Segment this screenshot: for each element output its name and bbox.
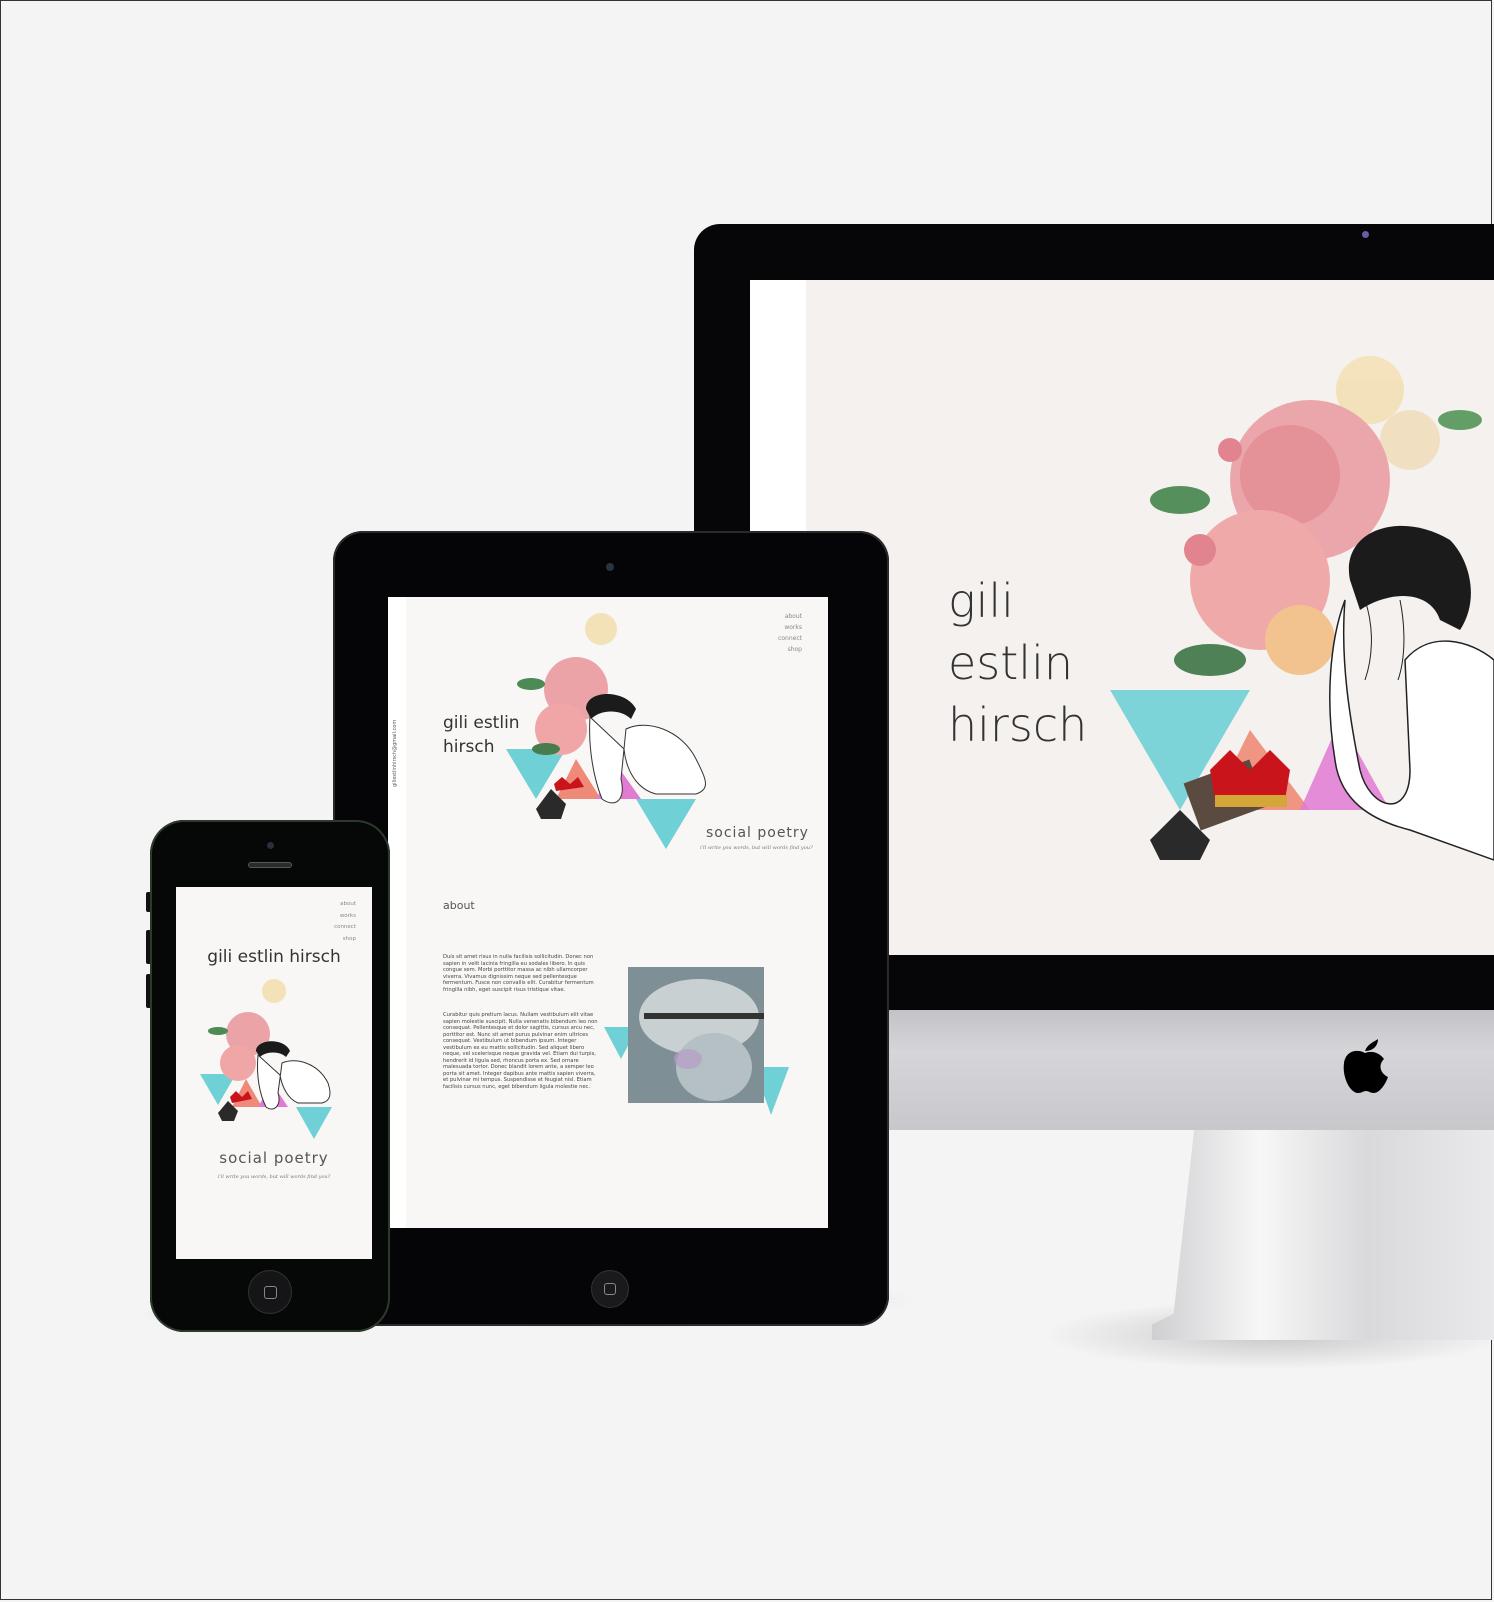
camera-dot-icon [1362, 231, 1369, 238]
ipad-tagline-main: social poetry [706, 825, 809, 841]
speaker-grille [248, 862, 292, 868]
ipad-portrait-photo [604, 967, 789, 1115]
ipad-about-paragraph-2: Curabitur quis pretium lacus. Nullam ves… [443, 1012, 598, 1090]
ipad-nav: about works connect shop [778, 611, 802, 655]
nav-link-works[interactable]: works [334, 911, 356, 923]
nav-link-connect[interactable]: connect [778, 633, 802, 644]
imac-title-line1: gili estlin [948, 574, 1074, 690]
nav-link-about[interactable]: about [334, 899, 356, 911]
camera-dot-icon [606, 563, 614, 571]
ipad-about-paragraph-1: Duis sit amet risus in nulla facilisis s… [443, 954, 594, 993]
ipad-side-email: giliestlinhirsch@gmail.com [392, 719, 398, 787]
home-button-icon[interactable] [248, 1270, 292, 1314]
apple-logo-icon [1343, 1039, 1388, 1093]
nav-link-works[interactable]: works [778, 622, 802, 633]
home-button-icon[interactable] [591, 1270, 629, 1308]
ipad-about-heading: about [443, 899, 475, 912]
imac-stand [1152, 1120, 1494, 1340]
camera-dot-icon [267, 842, 274, 849]
ipad-hero-illustration [506, 613, 706, 849]
ipad-screen: giliestlinhirsch@gmail.com about works c… [388, 597, 828, 1228]
imac-hero-illustration [1110, 356, 1494, 861]
ipad-title-line2: hirsch [443, 737, 495, 757]
nav-link-connect[interactable]: connect [334, 922, 356, 934]
nav-link-shop[interactable]: shop [334, 934, 356, 946]
iphone-tagline-sub: i'll write you words, but will words fin… [217, 1174, 331, 1180]
imac-site-title: gili estlin hirsch [948, 570, 1148, 756]
iphone-site-title: gili estlin hirsch [207, 947, 341, 967]
imac-title-line2: hirsch [948, 698, 1088, 752]
nav-link-shop[interactable]: shop [778, 644, 802, 655]
nav-link-about[interactable]: about [778, 611, 802, 622]
iphone-nav: about works connect shop [334, 899, 356, 945]
iphone-screen: about works connect shop gili estlin hir… [176, 887, 372, 1259]
ipad-sidebar [388, 597, 406, 1228]
ipad-site-title: gili estlin hirsch [443, 711, 520, 759]
iphone-tagline-main: social poetry [219, 1149, 329, 1167]
ipad-tagline-sub: i'll write you words, but will words fin… [700, 845, 813, 851]
iphone-hero-illustration [200, 979, 332, 1139]
ipad-title-line1: gili estlin [443, 713, 520, 733]
